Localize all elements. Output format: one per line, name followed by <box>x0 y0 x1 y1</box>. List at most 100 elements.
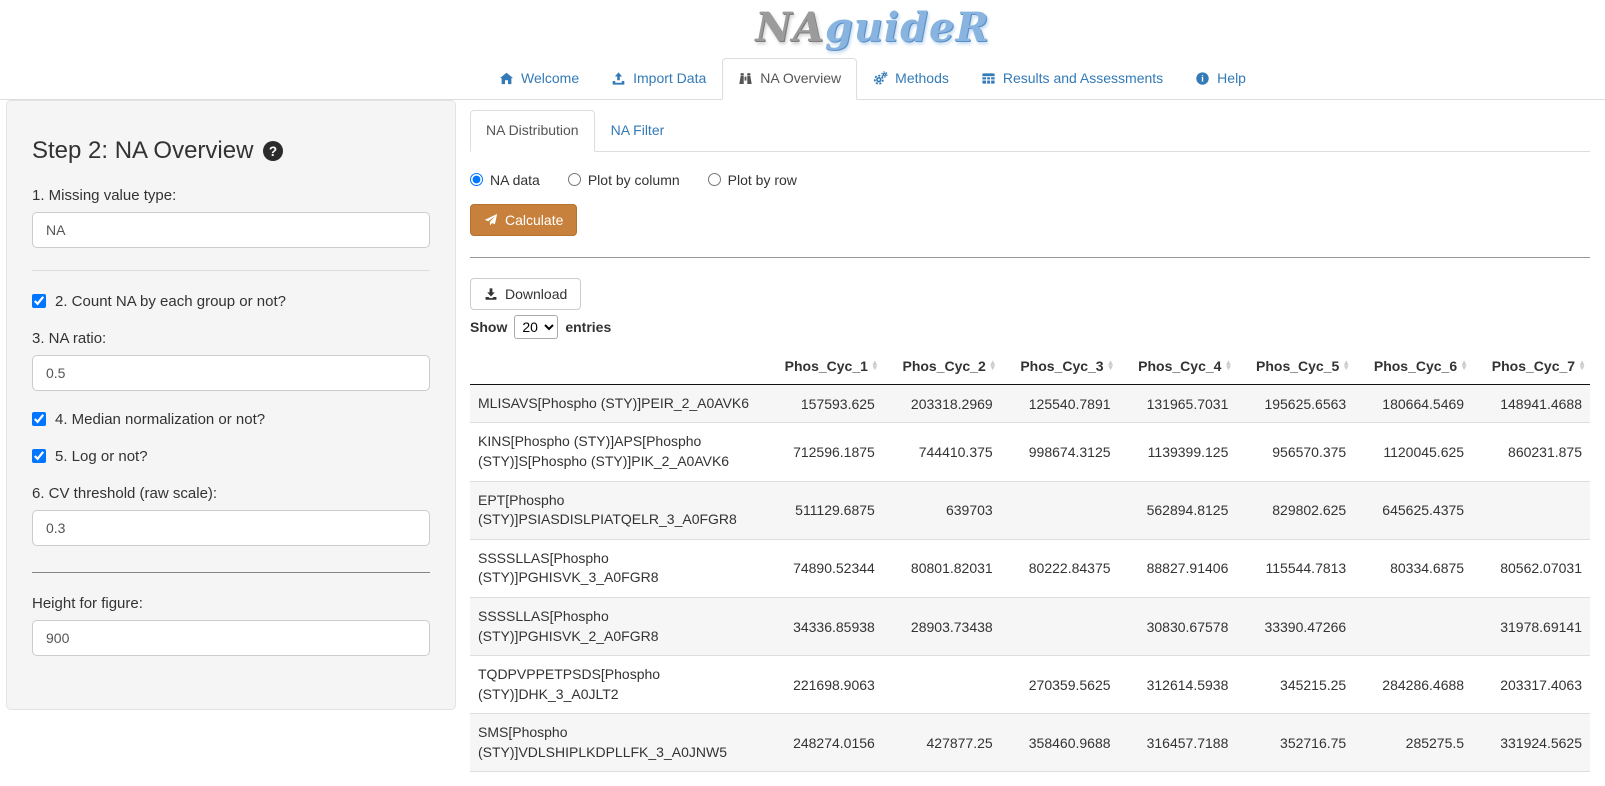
figure-height-input[interactable] <box>32 620 430 656</box>
value-cell: 712596.1875 <box>765 423 883 481</box>
value-cell: 80562.07031 <box>1472 539 1590 597</box>
plot-type-radio-group: NA data Plot by column Plot by row <box>470 172 1590 188</box>
value-cell: 180664.5469 <box>1354 384 1472 423</box>
nav-item-methods[interactable]: Methods <box>857 58 965 100</box>
median-normalization-checkbox[interactable] <box>32 412 46 426</box>
paper-plane-icon <box>484 213 498 227</box>
column-header-label: Phos_Cyc_1 <box>785 358 868 374</box>
sort-icon[interactable]: ▲▼ <box>1342 361 1350 371</box>
column-header-label: Phos_Cyc_4 <box>1138 358 1221 374</box>
value-cell: 221698.9063 <box>765 656 883 714</box>
radio-plot-by-column-input[interactable] <box>568 173 581 186</box>
median-normalization-checkbox-row[interactable]: 4. Median normalization or not? <box>32 411 430 428</box>
sort-icon[interactable]: ▲▼ <box>1224 361 1232 371</box>
sort-icon[interactable]: ▲▼ <box>1460 361 1468 371</box>
value-cell: 33390.47266 <box>1236 597 1354 655</box>
count-na-checkbox-row[interactable]: 2. Count NA by each group or not? <box>32 293 430 310</box>
question-circle-icon[interactable]: ? <box>262 140 284 162</box>
page-length-select[interactable]: 20 <box>514 315 558 339</box>
nav-item-results[interactable]: Results and Assessments <box>965 58 1179 100</box>
table-row: TQDPVPPETPSDS[Phospho (STY)]DHK_3_A0JLT2… <box>470 656 1590 714</box>
table-row: SSSSLLAS[Phospho (STY)]PGHISVK_3_A0FGR87… <box>470 539 1590 597</box>
value-cell: 203318.2969 <box>883 384 1001 423</box>
log-checkbox-row[interactable]: 5. Log or not? <box>32 448 430 465</box>
nav-label: Import Data <box>633 69 706 89</box>
table-row: KINS[Phospho (STY)]APS[Phospho (STY)]S[P… <box>470 423 1590 481</box>
peptide-name-cell: SSSSLLAS[Phospho (STY)]PGHISVK_3_A0FGR8 <box>470 539 765 597</box>
cv-threshold-input[interactable] <box>32 510 430 546</box>
tab-na-filter[interactable]: NA Filter <box>595 110 681 152</box>
peptide-name-cell: SMS[Phospho (STY)]VDLSHIPLKDPLLFK_3_A0JN… <box>470 714 765 772</box>
value-cell <box>1001 597 1119 655</box>
log-checkbox[interactable] <box>32 449 46 463</box>
value-cell <box>1472 481 1590 539</box>
nav-label: Results and Assessments <box>1003 69 1163 89</box>
value-cell: 998674.3125 <box>1001 423 1119 481</box>
na-ratio-input[interactable] <box>32 355 430 391</box>
value-cell: 131965.7031 <box>1119 384 1237 423</box>
table-row: SSSSLLAS[Phospho (STY)]PGHISVK_2_A0FGR8 3… <box>470 597 1590 655</box>
content-row: Step 2: NA Overview ? 1. Missing value t… <box>0 100 1605 773</box>
value-cell: 956570.375 <box>1236 423 1354 481</box>
radio-plot-by-column[interactable]: Plot by column <box>568 172 680 188</box>
sort-icon[interactable]: ▲▼ <box>871 361 879 371</box>
sidebar-title: Step 2: NA Overview ? <box>32 137 430 165</box>
column-header-Phos_Cyc_7[interactable]: Phos_Cyc_7▲▼ <box>1472 348 1590 385</box>
count-na-checkbox[interactable] <box>32 294 46 308</box>
column-header-label: Phos_Cyc_7 <box>1492 358 1575 374</box>
nav-item-import-data[interactable]: Import Data <box>595 58 722 100</box>
sidebar-divider-dark <box>32 572 430 573</box>
value-cell: 829802.625 <box>1236 481 1354 539</box>
tab-na-distribution[interactable]: NA Distribution <box>470 110 595 152</box>
value-cell: 511129.6875 <box>765 481 883 539</box>
table-row: EPT[Phospho (STY)]PSIASDISLPIATQELR_3_A0… <box>470 481 1590 539</box>
sort-icon[interactable]: ▲▼ <box>1107 361 1115 371</box>
calculate-button[interactable]: Calculate <box>470 204 577 236</box>
column-header-Phos_Cyc_4[interactable]: Phos_Cyc_4▲▼ <box>1119 348 1237 385</box>
cv-threshold-label: 6. CV threshold (raw scale): <box>32 485 430 502</box>
nav-label: Help <box>1217 69 1246 89</box>
value-cell: 427877.25 <box>883 714 1001 772</box>
logo-na-part: NA <box>755 4 825 51</box>
logo-guider-part: guideR <box>825 4 990 51</box>
column-header-Phos_Cyc_6[interactable]: Phos_Cyc_6▲▼ <box>1354 348 1472 385</box>
value-cell: 284286.4688 <box>1354 656 1472 714</box>
radio-na-data-input[interactable] <box>470 173 483 186</box>
download-label: Download <box>505 286 567 302</box>
nav-item-welcome[interactable]: Welcome <box>483 58 595 100</box>
table-icon <box>981 71 996 86</box>
peptide-name-cell: SSSSLLAS[Phospho (STY)]PGHISVK_2_A0FGR8 <box>470 597 765 655</box>
upload-icon <box>611 71 626 86</box>
sort-icon[interactable]: ▲▼ <box>1578 361 1586 371</box>
nav-item-help[interactable]: i Help <box>1179 58 1262 100</box>
sidebar-divider <box>32 270 430 271</box>
value-cell <box>1354 597 1472 655</box>
value-cell <box>883 656 1001 714</box>
value-cell: 31978.69141 <box>1472 597 1590 655</box>
value-cell: 358460.9688 <box>1001 714 1119 772</box>
value-cell: 744410.375 <box>883 423 1001 481</box>
value-cell: 312614.5938 <box>1119 656 1237 714</box>
column-header-Phos_Cyc_5[interactable]: Phos_Cyc_5▲▼ <box>1236 348 1354 385</box>
radio-plot-by-row[interactable]: Plot by row <box>708 172 797 188</box>
nav-label: Methods <box>895 69 949 89</box>
sort-icon[interactable]: ▲▼ <box>989 361 997 371</box>
value-cell: 316457.7188 <box>1119 714 1237 772</box>
column-header-label: Phos_Cyc_6 <box>1374 358 1457 374</box>
column-header-Phos_Cyc_2[interactable]: Phos_Cyc_2▲▼ <box>883 348 1001 385</box>
download-button[interactable]: Download <box>470 278 581 310</box>
table-row: SMS[Phospho (STY)]VDLSHIPLKDPLLFK_3_A0JN… <box>470 714 1590 772</box>
download-icon <box>484 287 498 301</box>
nav-item-na-overview[interactable]: NA Overview <box>722 58 857 100</box>
table-row: MLISAVS[Phospho (STY)]PEIR_2_A0AVK615759… <box>470 384 1590 423</box>
value-cell: 88827.91406 <box>1119 539 1237 597</box>
missing-value-type-input[interactable] <box>32 212 430 248</box>
value-cell: 195625.6563 <box>1236 384 1354 423</box>
radio-na-data[interactable]: NA data <box>470 172 540 188</box>
column-header-Phos_Cyc_3[interactable]: Phos_Cyc_3▲▼ <box>1001 348 1119 385</box>
value-cell: 157593.625 <box>765 384 883 423</box>
nav-label: Welcome <box>521 69 579 89</box>
radio-plot-by-row-input[interactable] <box>708 173 721 186</box>
main-nav: Welcome Import Data NA Overview Methods … <box>0 58 1605 100</box>
column-header-Phos_Cyc_1[interactable]: Phos_Cyc_1▲▼ <box>765 348 883 385</box>
